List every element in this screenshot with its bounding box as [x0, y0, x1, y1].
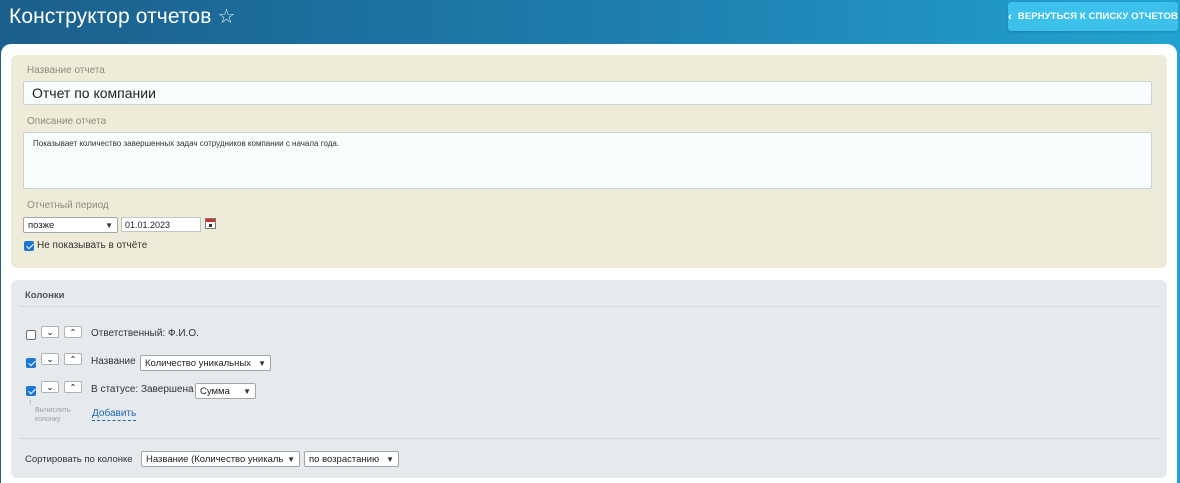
report-name-input[interactable]: Отчет по компании — [23, 81, 1152, 105]
page-title: Конструктор отчетов ☆ — [9, 5, 235, 29]
chevron-down-icon: ▼ — [105, 220, 113, 230]
arrow-up-icon: ↑ — [28, 397, 33, 407]
report-period-label: Отчетный период — [27, 200, 109, 211]
calendar-icon[interactable] — [205, 218, 216, 229]
calculate-column-hint-line1: Вычислить — [35, 407, 71, 414]
period-date-input[interactable]: 01.01.2023 — [121, 217, 201, 232]
column-2-aggregate-select[interactable]: Количество уникальных ▼ — [140, 355, 271, 371]
column-2-aggregate-value: Количество уникальных — [145, 357, 251, 369]
sort-order-select[interactable]: по возрастанию ▼ — [304, 451, 399, 467]
move-down-icon[interactable]: ⌄ — [41, 326, 59, 338]
chevron-left-icon: ‹ — [1008, 10, 1012, 23]
move-up-icon[interactable]: ⌃ — [64, 381, 82, 393]
column-3-aggregate-value: Сумма — [200, 385, 230, 397]
star-icon[interactable]: ☆ — [217, 7, 235, 27]
move-down-icon[interactable]: ⌄ — [41, 381, 59, 393]
period-mode-value: позже — [28, 219, 55, 231]
hide-in-report-label: Не показывать в отчёте — [37, 240, 148, 251]
sort-column-select[interactable]: Название (Количество уникальн ▼ — [141, 451, 300, 467]
column-2-label: Название — [91, 356, 136, 367]
move-up-icon[interactable]: ⌃ — [64, 326, 82, 338]
add-column-link[interactable]: Добавить — [92, 408, 137, 421]
top-bar: Конструктор отчетов ☆ ‹ ВЕРНУТЬСЯ К СПИС… — [0, 0, 1180, 44]
column-3-aggregate-select[interactable]: Сумма ▼ — [195, 383, 256, 399]
column-2-checkbox[interactable] — [26, 358, 36, 368]
columns-heading: Колонки — [25, 290, 65, 301]
chevron-down-icon: ▼ — [386, 454, 394, 464]
hide-in-report-checkbox[interactable] — [24, 241, 34, 251]
sort-by-label: Сортировать по колонке — [25, 454, 133, 465]
move-up-icon[interactable]: ⌃ — [64, 353, 82, 365]
chevron-down-icon: ▼ — [287, 454, 295, 464]
page-title-text: Конструктор отчетов — [9, 5, 212, 28]
sort-column-value: Название (Количество уникальн — [146, 453, 285, 465]
column-1-checkbox[interactable] — [26, 330, 36, 340]
calculate-column-hint-line2: колонку — [35, 416, 61, 423]
report-description-textarea[interactable]: Показывает количество завершенных задач … — [23, 132, 1152, 189]
calculate-column-hint: Вычислить колонку — [35, 406, 71, 424]
move-down-icon[interactable]: ⌄ — [41, 353, 59, 365]
period-mode-select[interactable]: позже ▼ — [23, 217, 118, 233]
column-1-label: Ответственный: Ф.И.О. — [91, 328, 199, 339]
columns-panel — [11, 280, 1167, 478]
sort-order-value: по возрастанию — [309, 453, 380, 465]
chevron-down-icon: ▼ — [243, 386, 251, 396]
chevron-down-icon: ▼ — [258, 358, 266, 368]
back-to-reports-label: ВЕРНУТЬСЯ К СПИСКУ ОТЧЕТОВ — [1017, 11, 1178, 22]
report-description-label: Описание отчета — [27, 116, 107, 127]
column-3-label: В статусе: Завершена — [91, 384, 194, 395]
columns-divider — [19, 306, 1161, 307]
back-to-reports-button[interactable]: ‹ ВЕРНУТЬСЯ К СПИСКУ ОТЧЕТОВ — [1008, 2, 1178, 31]
column-3-checkbox[interactable] — [26, 386, 36, 396]
sorting-divider — [19, 438, 1161, 439]
report-name-label: Название отчета — [27, 65, 105, 76]
